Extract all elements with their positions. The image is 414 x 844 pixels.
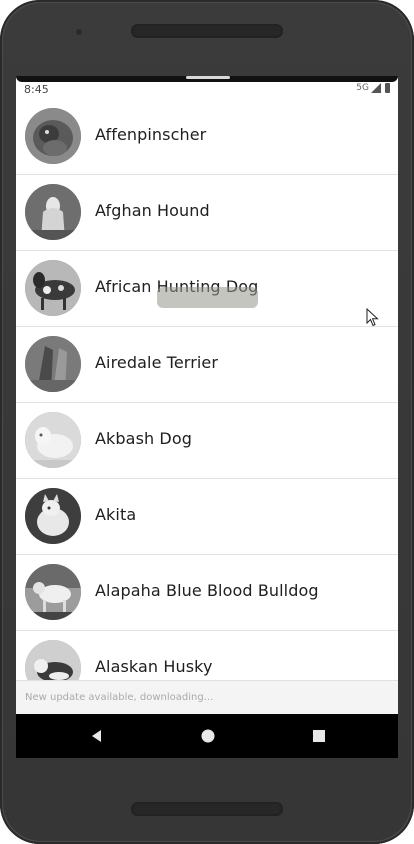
- status-bar: 8:45 5G: [16, 80, 398, 98]
- top-speaker: [131, 24, 283, 38]
- breed-name: Airedale Terrier: [95, 353, 219, 372]
- toast-overlay: [157, 287, 258, 308]
- breed-name: Akbash Dog: [95, 429, 192, 448]
- screen: 8:45 5G Affenpinscher Afghan Hound Afric…: [16, 76, 398, 758]
- breed-name: Affenpinscher: [95, 125, 207, 144]
- phone-frame: 8:45 5G Affenpinscher Afghan Hound Afric…: [0, 0, 414, 844]
- signal-icon: [371, 83, 381, 93]
- afghan-hound-photo: [25, 184, 81, 240]
- update-banner: New update available, downloading...: [16, 680, 398, 715]
- breed-name: Akita: [95, 505, 137, 524]
- screen-notch: [186, 76, 230, 79]
- breed-list-item[interactable]: Alapaha Blue Blood Bulldog: [16, 555, 398, 631]
- breed-list-item[interactable]: Akbash Dog: [16, 403, 398, 479]
- status-time: 8:45: [24, 83, 49, 96]
- breed-name: Alapaha Blue Blood Bulldog: [95, 581, 319, 600]
- airedale-terrier-photo: [25, 336, 81, 392]
- mouse-cursor-icon: [366, 308, 379, 327]
- affenpinscher-photo: [25, 108, 81, 164]
- bottom-speaker: [131, 802, 283, 816]
- alapaha-blue-blood-bulldog-photo: [25, 564, 81, 620]
- breed-list-item[interactable]: Affenpinscher: [16, 99, 398, 175]
- akita-photo: [25, 488, 81, 544]
- breed-list-item[interactable]: Afghan Hound: [16, 175, 398, 251]
- recents-square-icon[interactable]: [311, 728, 327, 744]
- navigation-bar: [16, 714, 398, 758]
- breed-name: Alaskan Husky: [95, 657, 213, 676]
- home-circle-icon[interactable]: [200, 728, 216, 744]
- breed-list-item[interactable]: Akita: [16, 479, 398, 555]
- back-triangle-icon[interactable]: [89, 728, 105, 744]
- network-label: 5G: [356, 83, 369, 93]
- african-hunting-dog-photo: [25, 260, 81, 316]
- status-indicators: 5G: [356, 83, 390, 93]
- akbash-dog-photo: [25, 412, 81, 468]
- battery-icon: [385, 83, 390, 93]
- breed-list-item[interactable]: Airedale Terrier: [16, 327, 398, 403]
- breed-list[interactable]: Affenpinscher Afghan Hound African Hunti…: [16, 99, 398, 707]
- front-camera: [76, 29, 82, 35]
- breed-name: Afghan Hound: [95, 201, 210, 220]
- update-banner-text: New update available, downloading...: [25, 692, 214, 703]
